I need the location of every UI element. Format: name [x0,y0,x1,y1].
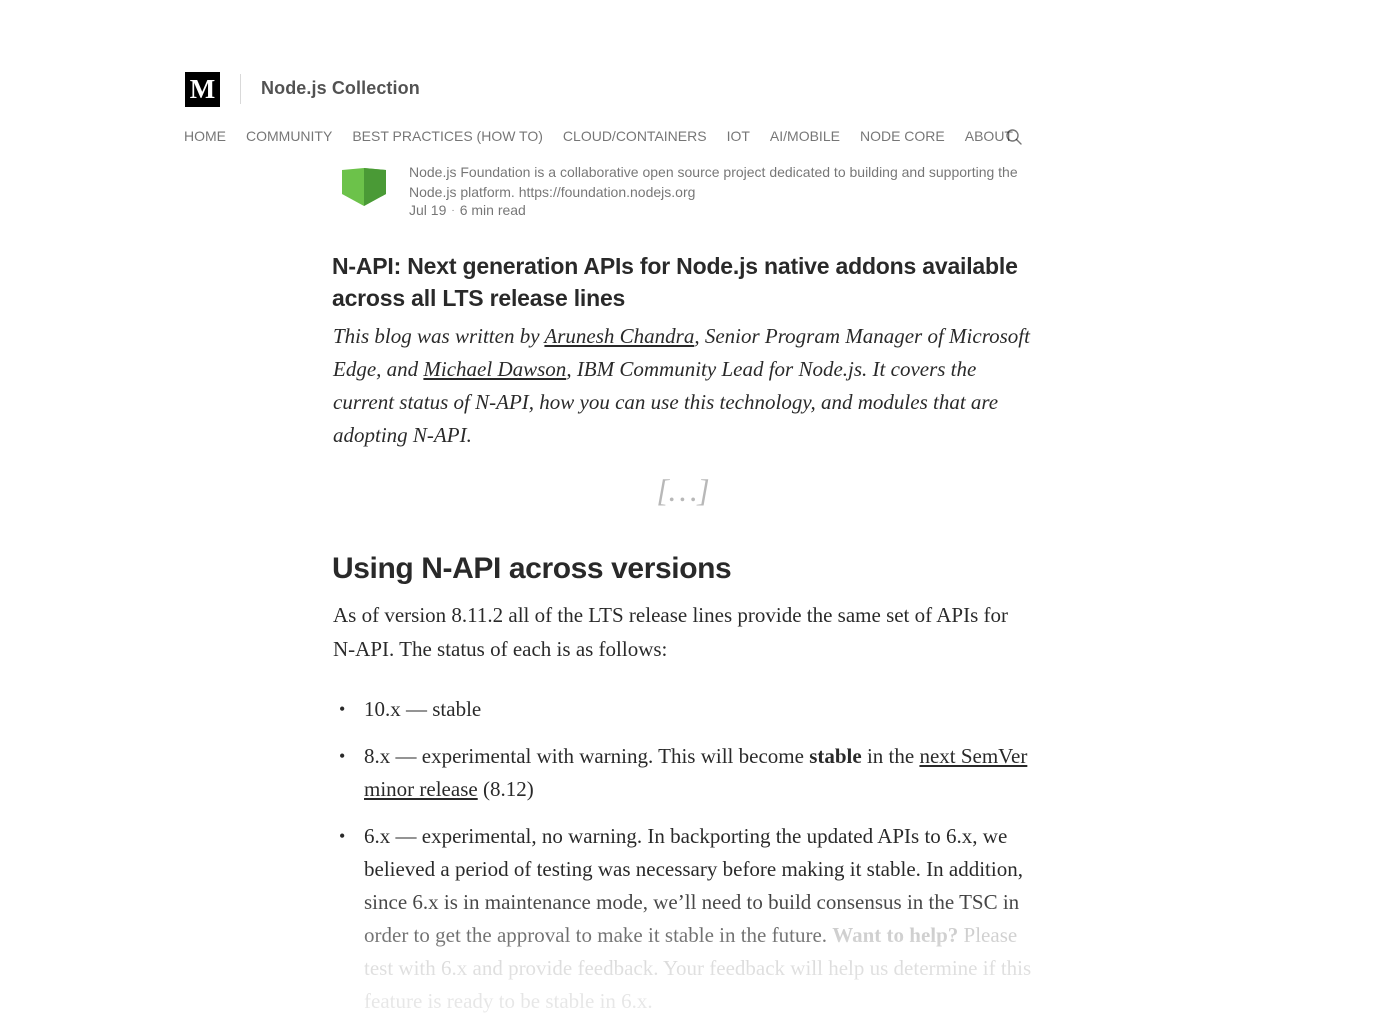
list-item-text: 10.x — stable [364,697,482,721]
section-ellipsis: […] [656,472,710,508]
author-link-arunesh[interactable]: Arunesh Chandra [544,324,694,348]
author-link-michael[interactable]: Michael Dawson [423,357,566,381]
stable-bold: stable [809,744,862,768]
logo-divider [240,74,241,104]
nav-best-practices[interactable]: BEST PRACTICES (HOW TO) [352,128,543,144]
meta-separator: · [451,204,455,216]
section-heading: Using N-API across versions [332,552,732,585]
list-item: 6.x — experimental, no warning. In backp… [339,820,1036,1018]
version-status-list: 10.x — stable 8.x — experimental with wa… [339,693,1036,1032]
list-item-text: (8.12) [477,777,534,801]
status-paragraph: As of version 8.11.2 all of the LTS rele… [333,603,1008,661]
post-meta: Jul 19 · 6 min read [409,202,526,218]
article-title: N-API: Next generation APIs for Node.js … [332,253,1018,311]
list-item: 10.x — stable [339,693,1036,726]
author-avatar[interactable] [340,160,388,208]
read-time: 6 min read [459,202,526,218]
intro-prefix: This blog was written by [333,324,545,348]
post-date[interactable]: Jul 19 [409,202,446,218]
nav-home[interactable]: HOME [184,128,226,144]
nav-node-core[interactable]: NODE CORE [860,128,945,144]
nav-community[interactable]: COMMUNITY [246,128,332,144]
article-intro: This blog was written by Arunesh Chandra… [333,320,1033,452]
nav-ai-mobile[interactable]: AI/MOBILE [770,128,840,144]
list-item-text: 8.x — experimental with warning. This wi… [364,744,810,768]
want-to-help-bold: Want to help? [832,923,959,947]
publication-name[interactable]: Node.js Collection [261,78,420,99]
author-bio: Node.js Foundation is a collaborative op… [409,164,1018,200]
nav-cloud-containers[interactable]: CLOUD/CONTAINERS [563,128,707,144]
publication-nav: HOME COMMUNITY BEST PRACTICES (HOW TO) C… [184,128,1033,144]
nav-iot[interactable]: IOT [727,128,750,144]
list-item: 8.x — experimental with warning. This wi… [339,740,1036,806]
search-icon[interactable] [1005,128,1023,146]
medium-logo[interactable]: M [185,72,220,107]
list-item-text: in the [861,744,920,768]
logo-letter: M [189,74,216,104]
